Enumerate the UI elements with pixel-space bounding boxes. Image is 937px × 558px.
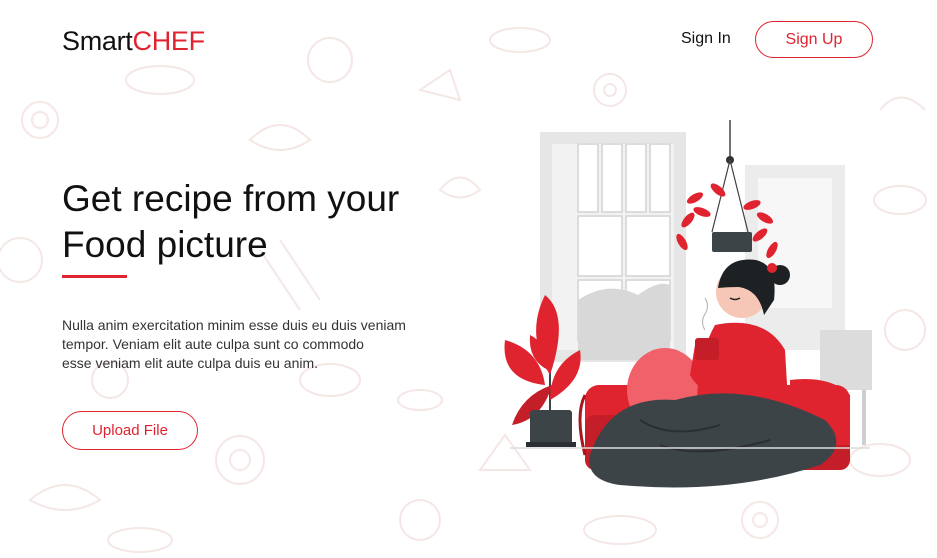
logo[interactable]: SmartCHEF bbox=[62, 26, 205, 57]
sign-up-button[interactable]: Sign Up bbox=[755, 21, 873, 58]
window-icon bbox=[540, 132, 686, 362]
sign-in-link[interactable]: Sign In bbox=[681, 30, 731, 48]
hero-description-line-1: Nulla anim exercitation minim esse duis … bbox=[62, 317, 406, 333]
logo-text-chef: CHEF bbox=[132, 26, 206, 56]
logo-text-smart: Smart bbox=[62, 26, 133, 56]
title-underline bbox=[62, 275, 127, 278]
hero-title: Get recipe from your Food picture bbox=[62, 176, 482, 268]
hero-title-line-1: Get recipe from your bbox=[62, 178, 400, 219]
upload-file-button[interactable]: Upload File bbox=[62, 411, 198, 450]
hero-illustration bbox=[504, 120, 872, 488]
hero-description-line-2: tempor. Veniam elit aute culpa sunt co c… bbox=[62, 336, 364, 352]
hero-title-line-2: Food picture bbox=[62, 224, 268, 265]
hero-description-line-3: esse veniam elit aute culpa duis eu anim… bbox=[62, 355, 319, 371]
hero-description: Nulla anim exercitation minim esse duis … bbox=[62, 316, 447, 373]
